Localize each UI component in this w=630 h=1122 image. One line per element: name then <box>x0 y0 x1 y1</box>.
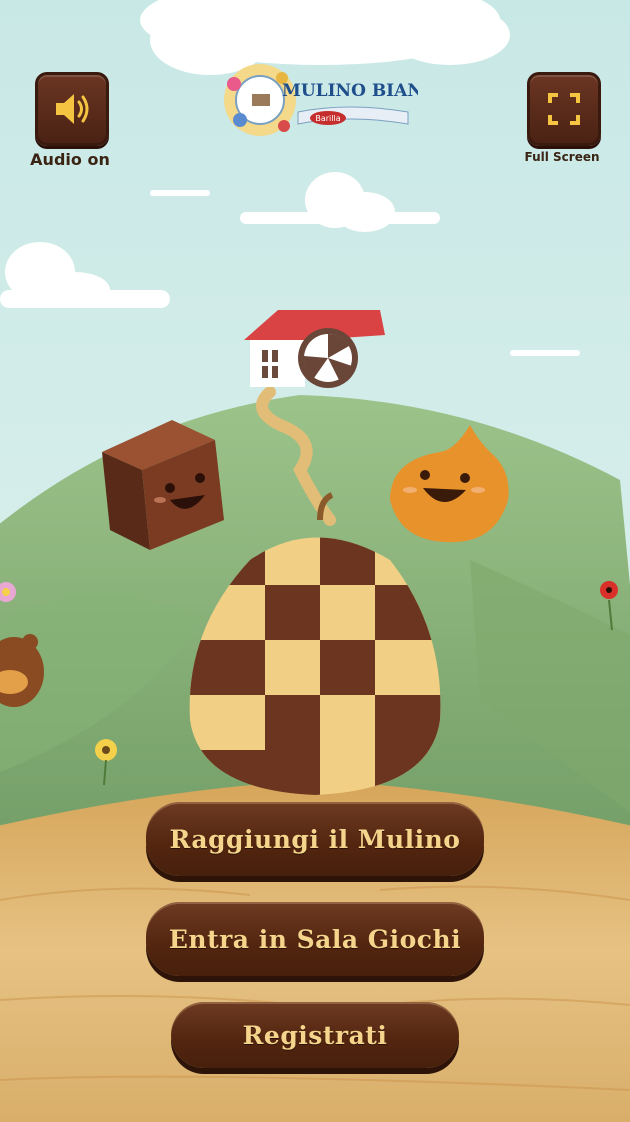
reach-mill-button[interactable]: Raggiungi il Mulino <box>146 802 484 876</box>
fullscreen-label: Full Screen <box>524 150 600 164</box>
logo-barilla-text: Barilla <box>315 114 340 123</box>
mulino-bianco-logo: MULINO BIANCO Barilla <box>218 50 451 150</box>
register-button[interactable]: Registrati <box>171 1002 459 1068</box>
audio-label: Audio on <box>30 150 110 169</box>
audio-toggle-button[interactable] <box>35 72 109 146</box>
enter-game-room-button[interactable]: Entra in Sala Giochi <box>146 902 484 976</box>
speaker-icon <box>56 94 89 124</box>
fullscreen-icon <box>548 93 580 125</box>
logo-brand-text: MULINO BIANCO <box>282 81 418 101</box>
cloud <box>510 350 580 356</box>
cloud <box>150 190 210 196</box>
fullscreen-button[interactable] <box>527 72 601 146</box>
